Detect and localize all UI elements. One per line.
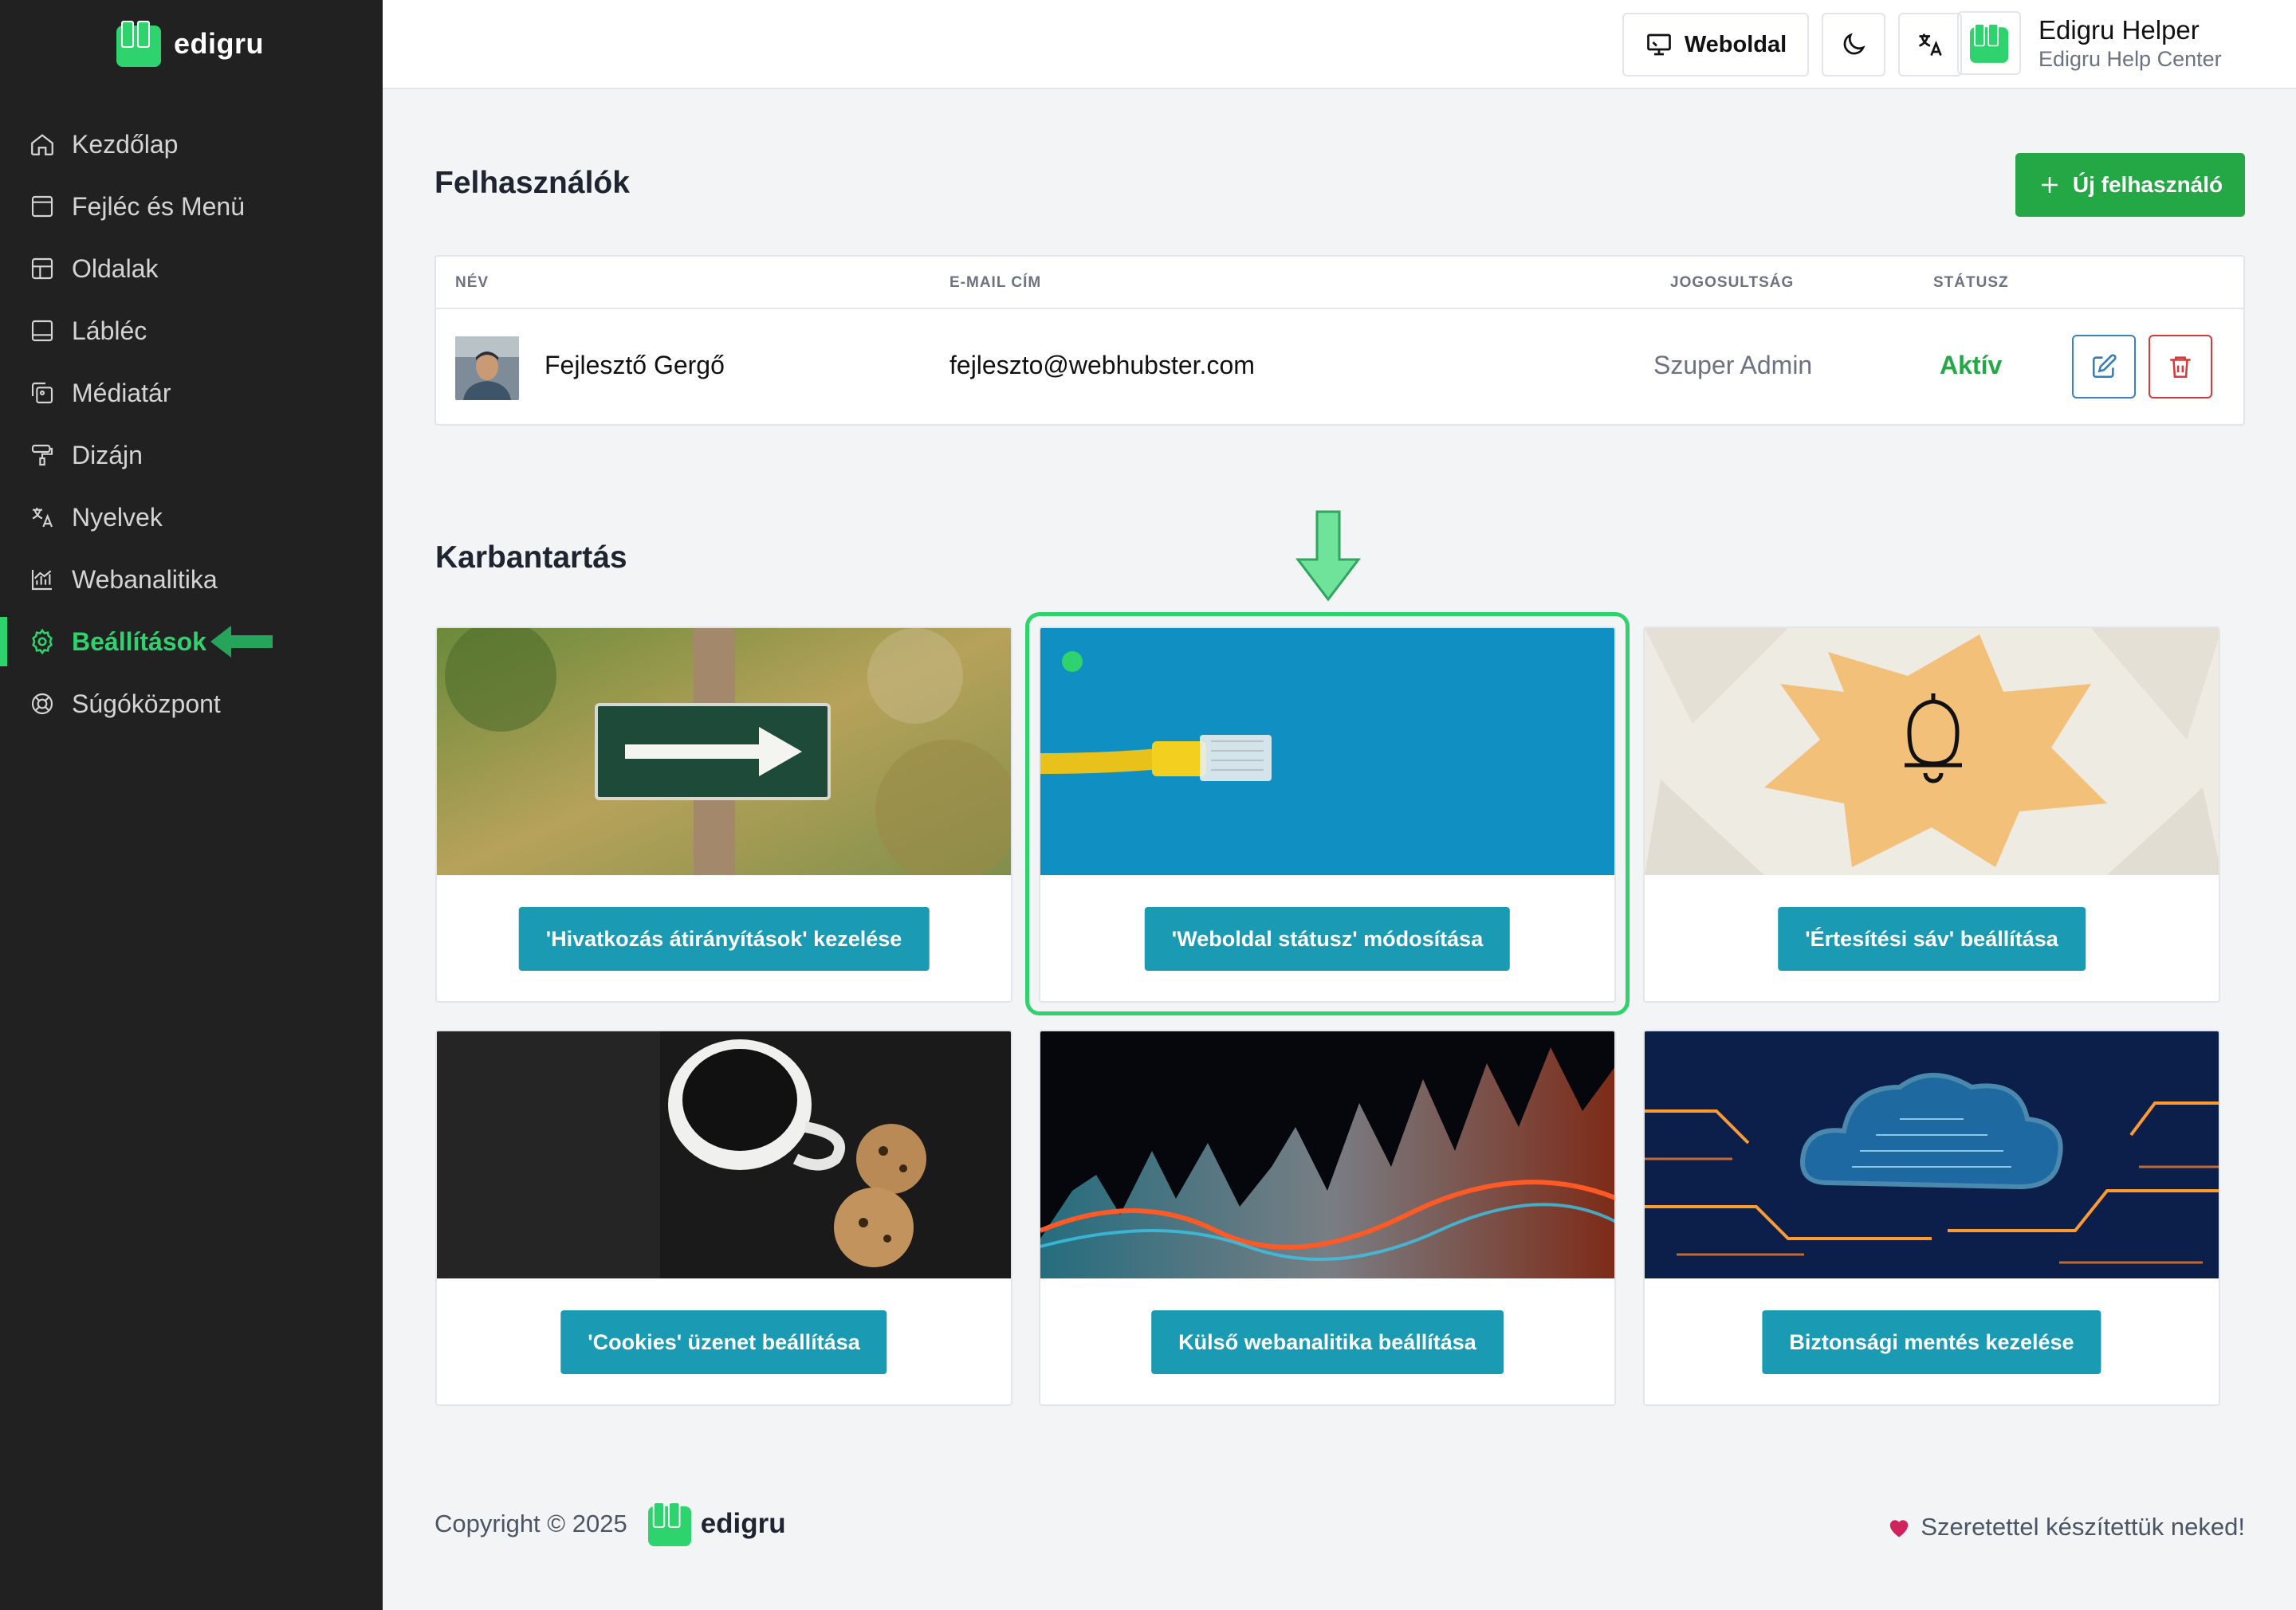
sidebar-item-oldalak[interactable]: Oldalak <box>0 238 383 300</box>
pointer-arrow-icon <box>210 626 273 658</box>
sidebar-item-label: Médiatár <box>72 378 171 407</box>
arrow-sign-photo <box>437 628 1011 875</box>
sidebar-item-kezdolap[interactable]: Kezdőlap <box>0 113 383 175</box>
new-user-label: Új felhasználó <box>2072 172 2223 197</box>
notification-bar-button[interactable]: 'Értesítési sáv' beállítása <box>1778 907 2086 971</box>
heart-icon <box>1890 1520 1909 1537</box>
edit-user-button[interactable] <box>2072 335 2136 399</box>
sidebar-item-nyelvek[interactable]: Nyelvek <box>0 486 383 548</box>
sidebar-item-fejlec-menu[interactable]: Fejléc és Menü <box>0 175 383 238</box>
user-row-avatar <box>455 336 519 400</box>
column-header-status: STÁTUSZ <box>1933 274 2009 291</box>
website-status-button[interactable]: 'Weboldal státusz' módosítása <box>1144 907 1511 971</box>
logo-icon <box>647 1502 691 1546</box>
column-header-role: JOGOSULTSÁG <box>1670 274 1795 291</box>
sidebar-item-sugokozpont[interactable]: Súgóközpont <box>0 673 383 735</box>
footer-brand: edigru <box>700 1508 786 1539</box>
language-button[interactable] <box>1898 13 1962 77</box>
sidebar-item-mediatar[interactable]: Médiatár <box>0 362 383 424</box>
user-name-cell: Fejlesztő Gergő <box>545 351 725 379</box>
coffee-cookies-photo <box>437 1031 1011 1278</box>
edit-icon <box>2092 354 2117 379</box>
sidebar-item-label: Dizájn <box>72 440 143 469</box>
top-header: Weboldal Edigru Helper Edigru Help Cente… <box>383 0 2296 89</box>
users-table: NÉV E-MAIL CÍM JOGOSULTSÁG STÁTUSZ Fejle… <box>434 255 2245 426</box>
media-icon <box>27 378 57 408</box>
analytics-button[interactable]: Külső webanalitika beállítása <box>1151 1310 1504 1374</box>
website-button-label: Weboldal <box>1684 31 1787 57</box>
sidebar-item-label: Beállítások <box>72 626 206 656</box>
sidebar-item-label: Lábléc <box>72 316 147 345</box>
bell-envelopes-photo <box>1645 628 2219 875</box>
monitor-icon <box>1646 33 1671 56</box>
footer-right: Szeretettel készítettük neked! <box>1887 1513 2245 1541</box>
sidebar-item-label: Oldalak <box>72 253 159 283</box>
maintenance-card-analytics: Külső webanalitika beállítása <box>1039 1030 1616 1406</box>
status-badge: Aktív <box>1940 351 2003 379</box>
footer-logo[interactable]: edigru <box>647 1502 786 1546</box>
logo-text: edigru <box>174 27 265 60</box>
copyright-text: Copyright © 2025 <box>434 1510 627 1537</box>
sidebar-item-webanalitika[interactable]: Webanalitika <box>0 548 383 611</box>
maintenance-card-cookies: 'Cookies' üzenet beállítása <box>435 1030 1012 1406</box>
footer-left: Copyright © 2025 edigru <box>434 1502 786 1546</box>
lifebuoy-icon <box>27 689 57 719</box>
sidebar-item-label: Súgóközpont <box>72 689 221 718</box>
user-avatar <box>1957 11 2021 75</box>
sidebar-item-label: Fejléc és Menü <box>72 191 245 221</box>
footer-tagline: Szeretettel készítettük neked! <box>1921 1513 2245 1541</box>
maintenance-card-website-status: 'Weboldal státusz' módosítása <box>1039 626 1616 1003</box>
user-menu[interactable]: Edigru Helper Edigru Help Center <box>1957 11 2222 75</box>
column-header-email: E-MAIL CÍM <box>949 274 1042 291</box>
trash-icon <box>2170 356 2191 379</box>
gear-icon <box>27 626 57 657</box>
home-icon <box>27 129 57 159</box>
sidebar-logo[interactable]: edigru <box>116 21 264 67</box>
users-title: Felhasználók <box>434 166 630 200</box>
network-cable-photo <box>1040 628 1614 875</box>
translate-icon <box>1918 33 1942 57</box>
sidebar-item-label: Kezdőlap <box>72 129 179 159</box>
user-subtitle: Edigru Help Center <box>2038 46 2222 71</box>
sidebar-item-dizajn[interactable]: Dizájn <box>0 424 383 486</box>
user-name: Edigru Helper <box>2038 14 2200 45</box>
redirects-button[interactable]: 'Hivatkozás átirányítások' kezelése <box>518 907 930 971</box>
maintenance-card-redirects: 'Hivatkozás átirányítások' kezelése <box>435 626 1012 1003</box>
sidebar-item-beallitasok[interactable]: Beállítások <box>0 611 383 673</box>
data-waves-photo <box>1040 1031 1614 1278</box>
paint-roller-icon <box>27 440 57 470</box>
moon-icon <box>1843 33 1866 55</box>
delete-user-button[interactable] <box>2149 335 2212 399</box>
pages-icon <box>27 253 57 284</box>
sidebar: edigru Kezdőlap Fejléc és Menü Oldalak L… <box>0 0 383 1610</box>
logo-icon <box>116 21 161 67</box>
website-button[interactable]: Weboldal <box>1622 13 1809 77</box>
layout-icon <box>27 191 57 222</box>
pointer-arrow-icon <box>1295 510 1362 602</box>
maintenance-card-notification-bar: 'Értesítési sáv' beállítása <box>1643 626 2220 1003</box>
user-email-cell: fejleszto@webhubster.com <box>949 351 1255 379</box>
translate-icon <box>27 502 57 532</box>
column-header-name: NÉV <box>455 274 489 291</box>
maintenance-title: Karbantartás <box>435 540 627 575</box>
table-divider <box>436 308 2243 309</box>
logo-icon <box>1970 23 2008 63</box>
backup-button[interactable]: Biztonsági mentés kezelése <box>1762 1310 2101 1374</box>
plus-icon <box>2041 177 2058 193</box>
maintenance-card-backup: Biztonsági mentés kezelése <box>1643 1030 2220 1406</box>
chart-icon <box>27 564 57 595</box>
sidebar-item-lablec[interactable]: Lábléc <box>0 300 383 362</box>
user-role-cell: Szuper Admin <box>1653 351 1813 379</box>
sidebar-item-label: Nyelvek <box>72 502 163 532</box>
new-user-button[interactable]: Új felhasználó <box>2015 153 2245 217</box>
cookies-button[interactable]: 'Cookies' üzenet beállítása <box>560 1310 887 1374</box>
sidebar-nav: Kezdőlap Fejléc és Menü Oldalak Lábléc M… <box>0 113 383 735</box>
cloud-circuit-photo <box>1645 1031 2219 1278</box>
dark-mode-toggle[interactable] <box>1822 13 1885 77</box>
sidebar-item-label: Webanalitika <box>72 564 218 594</box>
footer-icon <box>27 316 57 346</box>
